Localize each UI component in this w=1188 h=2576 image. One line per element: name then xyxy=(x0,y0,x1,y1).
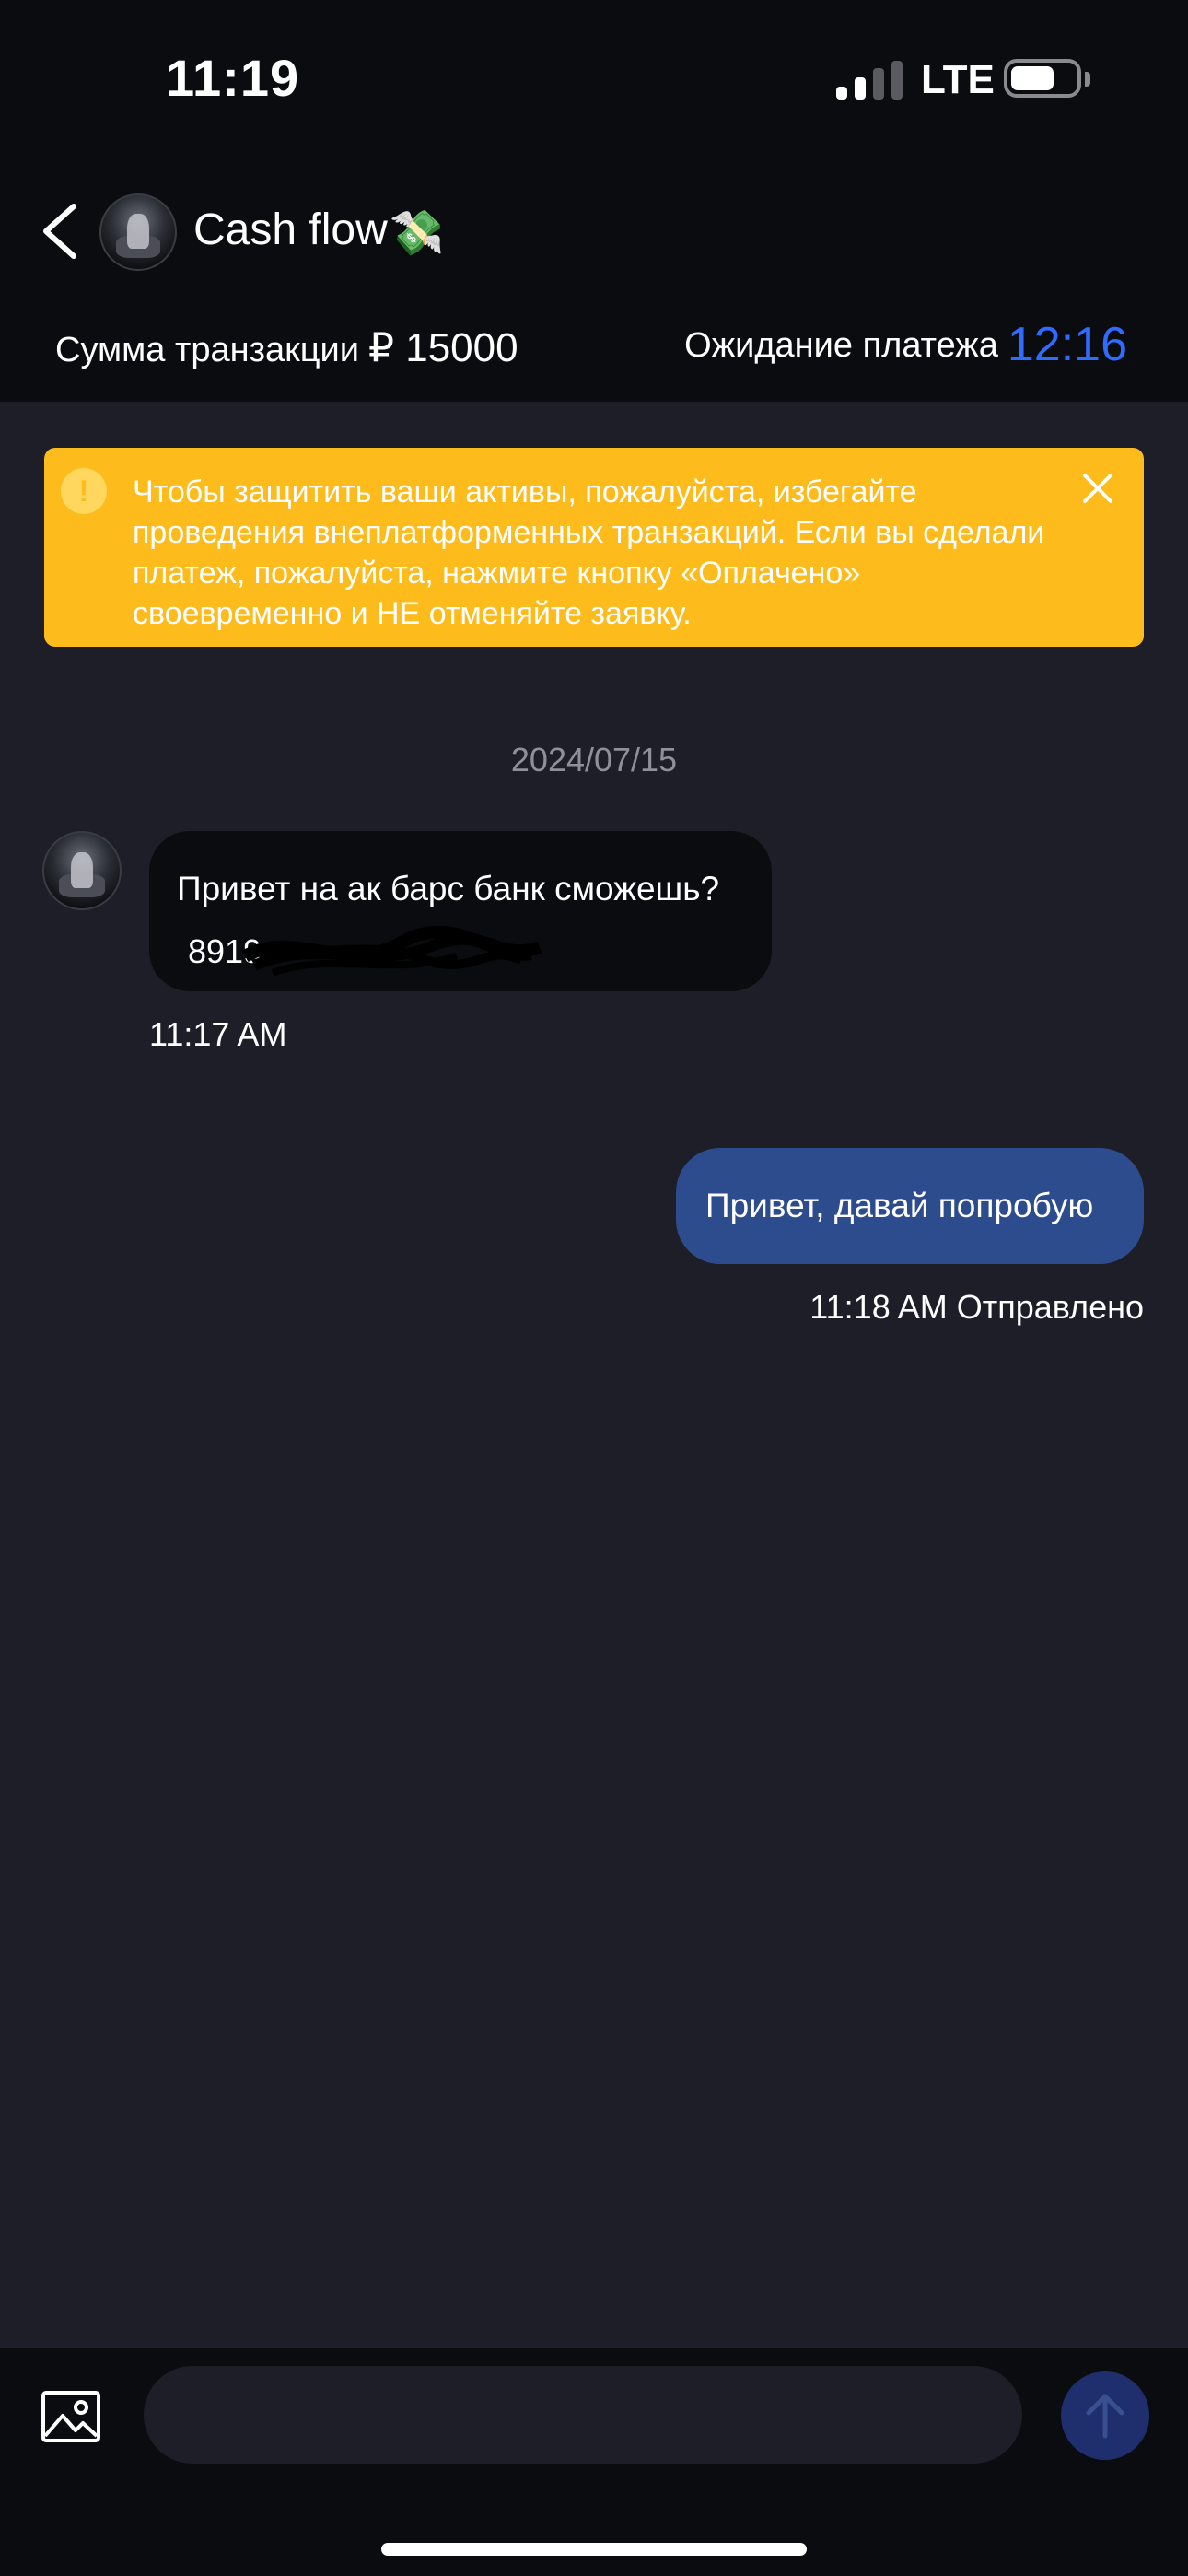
message-input[interactable] xyxy=(144,2366,1022,2464)
network-type: LTE xyxy=(921,57,995,102)
chat-avatar[interactable] xyxy=(99,193,177,271)
top-bar: 11:19 LTE Cash flow💸 Сумма транзакции ₽ 1… xyxy=(0,0,1188,402)
payment-wait: Ожидание платежа 12:16 xyxy=(684,317,1127,372)
message-text: Привет на ак барс банк сможешь? xyxy=(177,870,720,907)
warning-banner: ! Чтобы защитить ваши активы, пожалуйста… xyxy=(44,448,1144,647)
warning-text: Чтобы защитить ваши активы, пожалуйста, … xyxy=(133,474,1045,631)
chat-title: Cash flow💸 xyxy=(193,205,445,259)
message-text: Привет, давай попробую xyxy=(705,1187,1094,1224)
waiting-timer: 12:16 xyxy=(1007,318,1127,371)
message-time-status: 11:18 AM Отправлено xyxy=(809,1288,1144,1326)
back-chevron-icon[interactable] xyxy=(39,201,81,262)
date-separator: 2024/07/15 xyxy=(510,741,678,779)
send-button[interactable] xyxy=(1061,2371,1149,2460)
waiting-label: Ожидание платежа xyxy=(684,326,998,365)
gallery-icon[interactable] xyxy=(41,2390,101,2443)
outgoing-message[interactable]: Привет, давай попробую xyxy=(676,1148,1144,1264)
close-icon[interactable] xyxy=(1077,468,1118,509)
status-time: 11:19 xyxy=(166,49,300,107)
battery-icon xyxy=(1004,59,1090,98)
sender-avatar[interactable] xyxy=(42,831,122,910)
composer-bar xyxy=(0,2348,1188,2576)
message-time: 11:17 AM xyxy=(149,1015,287,1053)
signal-strength-icon xyxy=(836,61,903,100)
redaction-scribble xyxy=(241,925,542,977)
home-indicator xyxy=(381,2543,807,2556)
info-icon: ! xyxy=(61,468,107,514)
transaction-sum: Сумма транзакции ₽ 15000 xyxy=(55,324,518,371)
send-arrow-icon xyxy=(1086,2394,1124,2439)
incoming-message[interactable]: Привет на ак барс банк сможешь? 8919 xyxy=(149,831,772,991)
transaction-label: Сумма транзакции xyxy=(55,331,360,369)
transaction-amount: ₽ 15000 xyxy=(368,325,518,370)
chat-title-text: Cash flow xyxy=(193,205,388,254)
money-wings-emoji: 💸 xyxy=(389,208,445,258)
